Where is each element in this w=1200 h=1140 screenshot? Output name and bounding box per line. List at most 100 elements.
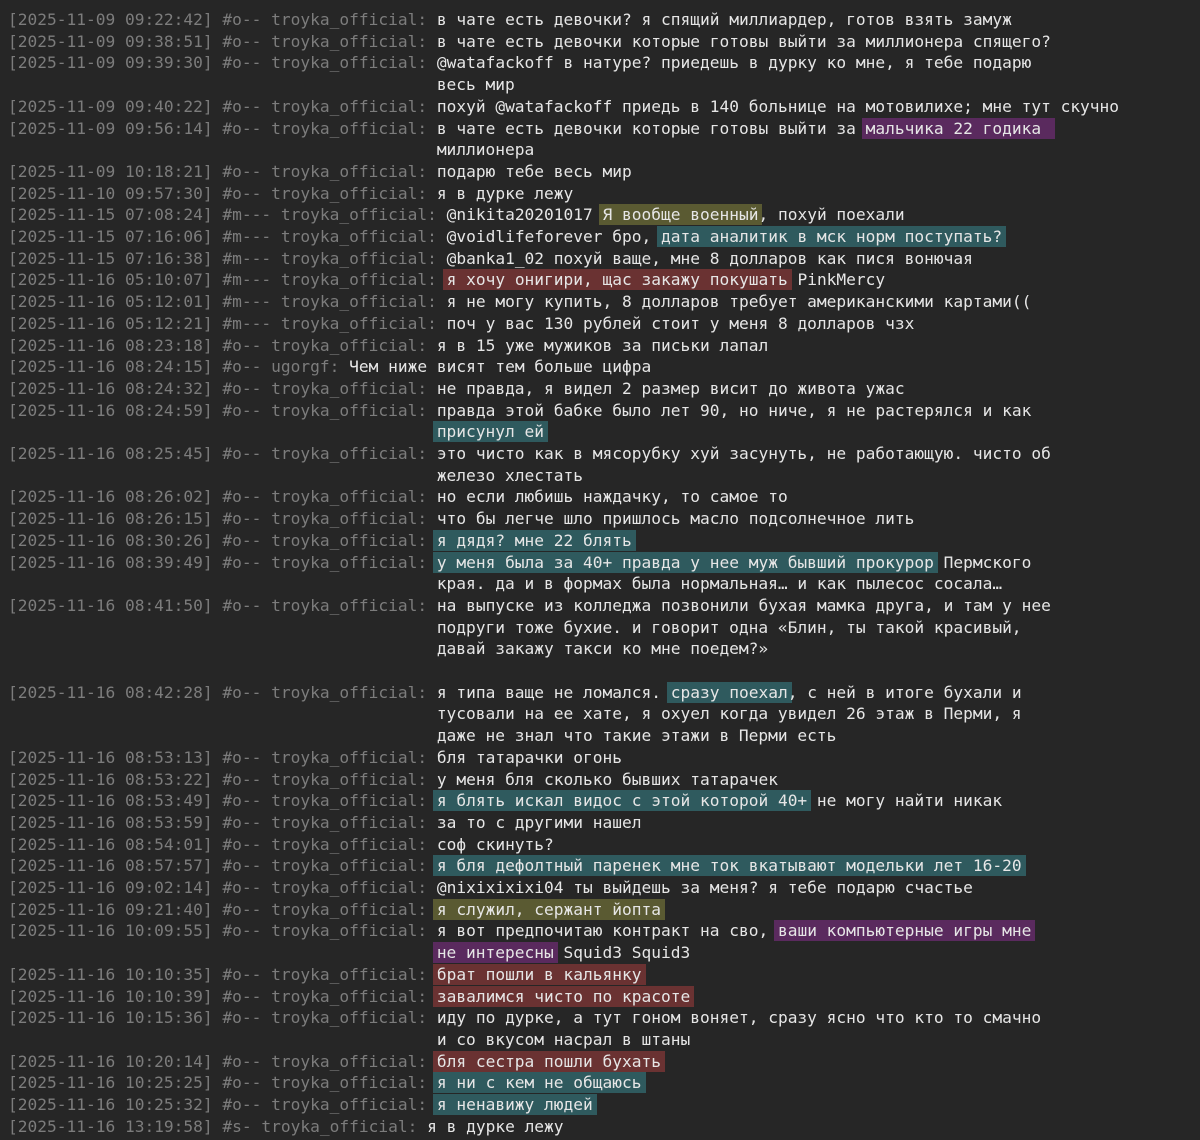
username: troyka_official (261, 1116, 408, 1136)
username: troyka_official (271, 552, 418, 572)
log-line: [2025-11-09 09:22:42] #o-- troyka_offici… (8, 9, 1012, 31)
log-line: [2025-11-16 08:41:50] #o-- troyka_offici… (8, 595, 1051, 617)
username: troyka_official (271, 682, 418, 702)
log-line: [2025-11-16 09:02:14] #o-- troyka_offici… (8, 877, 973, 899)
channel-tag: #o-- (222, 1095, 262, 1114)
channel-tag: #o-- (222, 400, 262, 420)
timestamp: [2025-11-16 10:15:36] (8, 1008, 213, 1028)
username: troyka_official (271, 595, 418, 615)
channel-tag: #o-- (222, 595, 262, 615)
log-line: [2025-11-16 10:09:55] #o-- troyka_offici… (8, 920, 1036, 942)
log-line: [2025-11-16 08:24:59] #o-- troyka_offici… (8, 400, 1031, 422)
log-line: [2025-11-09 09:38:51] #o-- troyka_offici… (8, 31, 1051, 53)
username: troyka_official (271, 335, 418, 355)
channel-tag: #o-- (222, 118, 262, 138)
message-text: края. да и в формах была нормальная… и к… (436, 574, 1003, 594)
log-line: [2025-11-16 10:25:32] #o-- troyka_offici… (8, 1094, 597, 1116)
timestamp: [2025-11-15 07:16:38] (8, 248, 213, 268)
message-text: даже не знал что такие этажи в Перми ест… (436, 726, 837, 746)
username: troyka_official (271, 31, 418, 51)
username: troyka_official (271, 378, 418, 398)
log-line: давай закажу такси ко мне поедем?» (8, 638, 768, 660)
timestamp: [2025-11-16 08:53:49] (8, 791, 213, 811)
message-text: правда этой бабке было лет 90, но ниче, … (436, 400, 1032, 420)
message-text: иду по дурке, а тут гоном воняет, сразу … (436, 1008, 1042, 1028)
channel-tag: #o-- (222, 487, 262, 507)
log-line: и со вкусом насрал в штаны (8, 1029, 690, 1051)
username: ugorgf (271, 357, 330, 377)
timestamp: [2025-11-09 09:56:14] (8, 118, 213, 138)
username: troyka_official (271, 161, 418, 181)
highlighted-text: я дядя? мне 22 блять (432, 529, 636, 551)
timestamp: [2025-11-16 13:19:58] (8, 1116, 213, 1136)
username: troyka_official (271, 1008, 418, 1028)
timestamp: [2025-11-16 10:25:25] (8, 1073, 213, 1093)
timestamp: [2025-11-09 10:18:21] (8, 161, 213, 181)
message-text: PinkMercy (787, 270, 886, 290)
message-meta: [2025-11-16 08:53:59] #o-- troyka_offici… (8, 812, 437, 832)
username: troyka_official (271, 791, 418, 811)
username: troyka_official (271, 509, 418, 529)
channel-tag: #m--- (222, 270, 272, 290)
log-line: [2025-11-15 07:08:24] #m--- troyka_offic… (8, 204, 905, 226)
message-text: у меня бля сколько бывших татарачек (436, 769, 778, 789)
message-meta: [2025-11-16 08:23:18] #o-- troyka_offici… (8, 335, 437, 355)
channel-tag: #o-- (222, 921, 262, 941)
log-line: [2025-11-16 05:10:07] #m--- troyka_offic… (8, 269, 885, 291)
message-text: за то с другими нашел (436, 812, 642, 832)
highlighted-text: я ненавижу людей (432, 1094, 597, 1115)
timestamp: [2025-11-16 08:30:26] (8, 530, 213, 550)
timestamp: [2025-11-16 09:21:40] (8, 899, 213, 919)
message-meta: [2025-11-10 09:57:30] #o-- troyka_offici… (8, 183, 437, 203)
message-text: @nixixixixi04 ты выйдешь за меня? я тебе… (436, 878, 973, 897)
timestamp: [2025-11-16 08:24:59] (8, 400, 213, 420)
log-line: [2025-11-16 05:12:21] #m--- troyka_offic… (8, 313, 914, 335)
log-line: [2025-11-15 07:16:38] #m--- troyka_offic… (8, 248, 973, 270)
channel-tag: #o-- (222, 357, 262, 377)
channel-tag: #o-- (222, 552, 262, 572)
timestamp: [2025-11-16 05:12:01] (8, 292, 213, 312)
channel-tag: #o-- (222, 31, 262, 51)
highlighted-text: не интересны (432, 942, 558, 964)
channel-tag: #m--- (222, 248, 272, 268)
timestamp: [2025-11-16 08:41:50] (8, 595, 213, 615)
channel-tag: #o-- (222, 878, 262, 897)
message-text: бля татарачки огонь (436, 747, 623, 767)
message-text: поч у вас 130 рублей стоит у меня 8 долл… (446, 313, 915, 333)
message-text: @watafackoff в натуре? приедешь в дурку … (436, 53, 1032, 73)
timestamp: [2025-11-10 09:57:30] (8, 183, 213, 203)
log-line: весь мир (8, 74, 515, 96)
channel-tag: #m--- (222, 292, 272, 312)
log-line: [2025-11-16 08:53:22] #o-- troyka_offici… (8, 769, 778, 791)
username: troyka_official (271, 899, 418, 919)
message-text: @nikita20201017 (446, 205, 603, 225)
message-meta: [2025-11-15 07:08:24] #m--- troyka_offic… (8, 205, 447, 225)
log-line: [2025-11-16 09:21:40] #o-- troyka_offici… (8, 898, 665, 921)
log-line: [2025-11-16 08:30:26] #o-- troyka_offici… (8, 529, 636, 552)
channel-tag: #o-- (222, 747, 262, 767)
username: troyka_official (271, 856, 418, 876)
highlighted-text: я блять искал видос с этой которой 40+ (432, 790, 812, 812)
log-line: [2025-11-09 09:56:14] #o-- troyka_offici… (8, 117, 1055, 140)
message-text: я типа ваще не ломался. (436, 682, 671, 702)
message-meta: [2025-11-15 07:16:06] #m--- troyka_offic… (8, 227, 447, 246)
message-meta: [2025-11-16 05:10:07] #m--- troyka_offic… (8, 270, 447, 290)
message-text: весь мир (436, 75, 515, 95)
channel-tag: #o-- (222, 899, 262, 919)
timestamp: [2025-11-16 08:39:49] (8, 552, 213, 572)
log-line: [2025-11-09 09:40:22] #o-- troyka_offici… (8, 96, 1119, 118)
message-text: в чате есть девочки которые готовы выйти… (436, 31, 1051, 51)
highlighted-text: присунул ей (432, 421, 549, 443)
username: troyka_official (271, 118, 418, 138)
highlighted-text: сразу поехал (666, 681, 792, 703)
username: troyka_official (271, 530, 418, 550)
timestamp: [2025-11-16 08:23:18] (8, 335, 213, 355)
username: troyka_official (280, 292, 428, 312)
message-meta: [2025-11-16 08:41:50] #o-- troyka_offici… (8, 595, 437, 615)
log-line: [2025-11-16 13:19:58] #s- troyka_officia… (8, 1116, 564, 1138)
log-line: [2025-11-16 08:39:49] #o-- troyka_offici… (8, 551, 1031, 574)
log-line: присунул ей (8, 421, 549, 443)
chat-log: [2025-11-09 09:22:42] #o-- troyka_offici… (0, 0, 1200, 1140)
timestamp: [2025-11-15 07:16:06] (8, 227, 213, 246)
message-meta: [2025-11-16 10:10:39] #o-- troyka_offici… (8, 986, 437, 1006)
